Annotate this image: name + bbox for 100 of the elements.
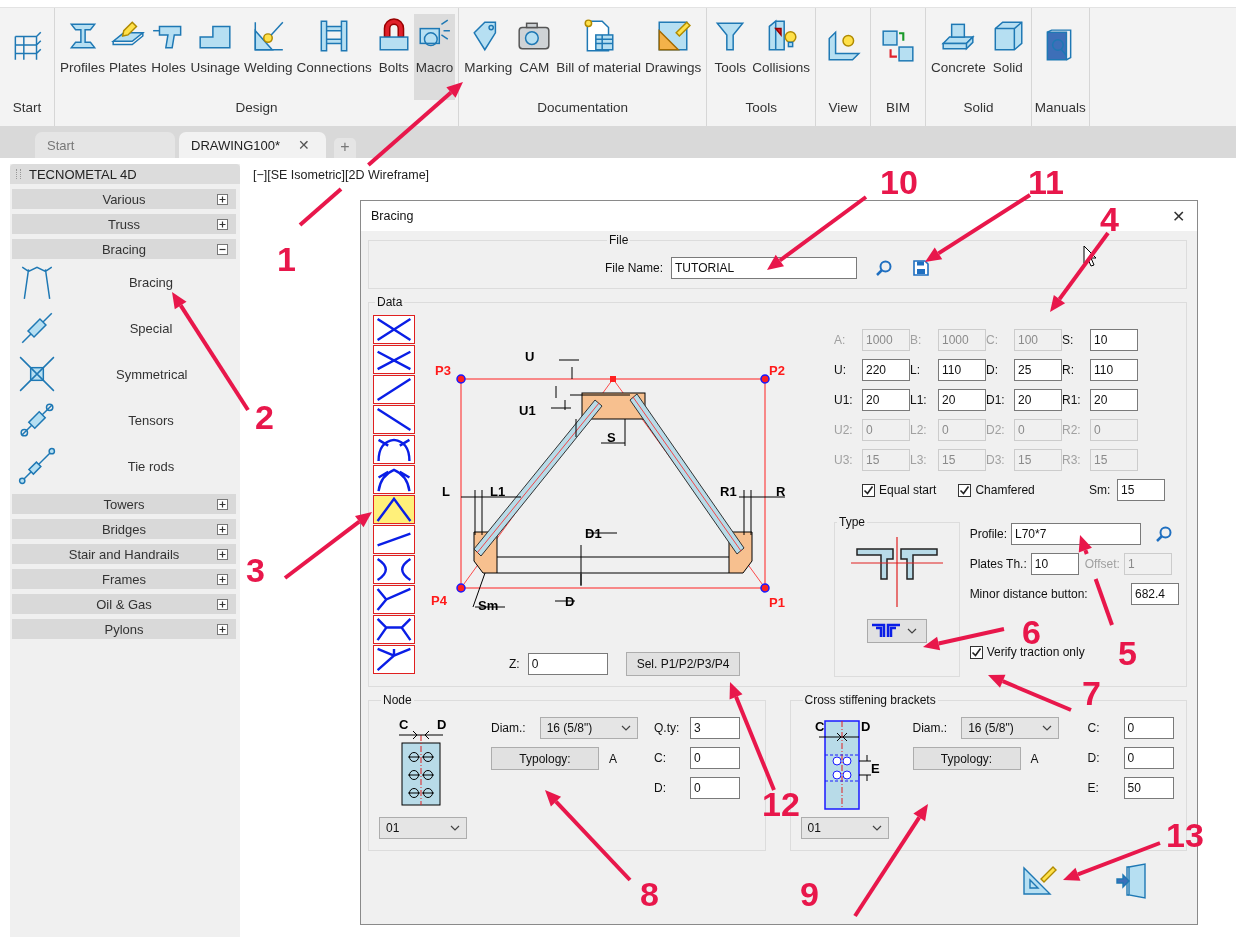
bracing-type-thumbnail[interactable]: [373, 465, 415, 494]
ribbon-button[interactable]: Collisions: [750, 14, 813, 100]
text-field[interactable]: 3: [690, 717, 740, 739]
typology-button[interactable]: Typology:: [491, 747, 599, 770]
bracing-type-thumbnail[interactable]: [373, 585, 415, 614]
document-tab[interactable]: Start: [35, 132, 175, 158]
ribbon-button[interactable]: Holes: [148, 14, 189, 100]
text-field[interactable]: 110: [1090, 359, 1138, 381]
text-field[interactable]: 20: [1014, 389, 1062, 411]
ribbon-button[interactable]: Tools: [710, 14, 751, 100]
text-field[interactable]: 220: [862, 359, 910, 381]
callout-number: 12: [762, 787, 800, 821]
sidebar-item[interactable]: Tie rods: [116, 458, 186, 474]
text-field[interactable]: 20: [862, 389, 910, 411]
text-field[interactable]: 10: [1090, 329, 1138, 351]
expand-icon[interactable]: [217, 549, 228, 560]
group-label: Manuals: [1034, 100, 1086, 117]
ribbon-button[interactable]: Marking: [462, 14, 515, 100]
bracing-type-thumbnail[interactable]: [373, 615, 415, 644]
expand-icon[interactable]: [217, 574, 228, 585]
ribbon-button[interactable]: Welding: [242, 14, 295, 100]
ribbon-button[interactable]: Plates: [107, 14, 149, 100]
expand-icon[interactable]: [217, 194, 228, 205]
ribbon-button[interactable]: Bolts: [373, 14, 414, 100]
search-icon[interactable]: [875, 258, 893, 277]
sidebar-item[interactable]: Tensors: [116, 412, 186, 428]
ribbon-button[interactable]: Profiles: [58, 14, 107, 100]
bracing-type-thumbnail[interactable]: [373, 525, 415, 554]
sidebar-item[interactable]: Bracing: [116, 274, 186, 290]
text-field[interactable]: 0: [527, 653, 608, 675]
dimension-label: U: [525, 349, 535, 364]
field-label: Diam.:: [912, 721, 948, 735]
ribbon-button[interactable]: Connections: [294, 14, 374, 100]
bracing-type-thumbnail[interactable]: [373, 405, 415, 434]
bracing-type-thumbnail[interactable]: [373, 435, 415, 464]
collapse-icon[interactable]: [217, 244, 228, 255]
section-header[interactable]: Oil & Gas: [12, 594, 236, 614]
text-field[interactable]: 20: [1090, 389, 1138, 411]
expand-icon[interactable]: [217, 499, 228, 510]
ribbon-button[interactable]: Macro: [413, 14, 456, 100]
dropdown[interactable]: [866, 619, 927, 643]
bracing-type-thumbnail[interactable]: [373, 315, 415, 344]
text-field[interactable]: TUTORIAL: [671, 256, 857, 279]
dimension-label: P3: [435, 363, 451, 378]
expand-icon[interactable]: [217, 624, 228, 635]
expand-icon[interactable]: [217, 524, 228, 535]
field-label: D3:: [986, 453, 1006, 467]
text-field[interactable]: 15: [1117, 479, 1165, 501]
section-header[interactable]: Frames: [12, 569, 236, 589]
checkbox[interactable]: [862, 483, 875, 497]
expand-icon[interactable]: [217, 219, 228, 230]
section-header[interactable]: Bracing: [12, 239, 236, 259]
text-field[interactable]: 0: [690, 747, 740, 769]
set-square-pencil-icon[interactable]: [1021, 863, 1059, 897]
bracing-type-thumbnail[interactable]: [373, 375, 415, 404]
sidebar-item[interactable]: Special: [116, 320, 186, 336]
select-points-button[interactable]: Sel. P1/P2/P3/P4: [625, 652, 741, 676]
text-field[interactable]: 682.4: [1131, 583, 1179, 605]
ribbon-button[interactable]: Concrete: [929, 14, 988, 100]
close-icon[interactable]: ✕: [298, 137, 311, 153]
section-header[interactable]: Stair and Handrails: [12, 544, 236, 564]
document-tab[interactable]: DRAWING100* ✕: [179, 132, 326, 158]
sidebar-item[interactable]: Symmetrical: [116, 366, 186, 382]
section-header[interactable]: Bridges: [12, 519, 236, 539]
text-field[interactable]: 0: [690, 777, 740, 799]
checkbox[interactable]: [969, 645, 983, 659]
bracing-type-thumbnail[interactable]: [373, 555, 415, 584]
bracing-type-thumbnail[interactable]: [373, 345, 415, 374]
ribbon-button[interactable]: CAM: [514, 14, 555, 100]
text-field[interactable]: 0: [1123, 747, 1174, 769]
section-header[interactable]: Pylons: [12, 619, 236, 639]
save-icon[interactable]: [913, 259, 929, 276]
expand-icon[interactable]: [217, 599, 228, 610]
dropdown[interactable]: 16 (5/8"): [539, 717, 638, 739]
section-header[interactable]: Various: [12, 189, 236, 209]
text-field[interactable]: 25: [1014, 359, 1062, 381]
text-field[interactable]: 110: [938, 359, 986, 381]
new-tab-button[interactable]: +: [334, 138, 356, 158]
dropdown[interactable]: 16 (5/8"): [961, 717, 1060, 739]
group-label: Documentation: [536, 100, 630, 117]
bracing-type-thumbnail[interactable]: [373, 495, 415, 524]
ribbon-button[interactable]: Usinage: [188, 14, 243, 100]
text-field[interactable]: 10: [1030, 553, 1079, 575]
ribbon-button[interactable]: Bill of material: [554, 14, 643, 100]
dropdown[interactable]: 01: [800, 817, 889, 839]
text-field[interactable]: 0: [1123, 717, 1174, 739]
section-header[interactable]: Towers: [12, 494, 236, 514]
field-label: Z:: [509, 657, 520, 671]
ribbon-button[interactable]: Solid: [987, 14, 1028, 100]
text-field[interactable]: 50: [1123, 777, 1174, 799]
close-icon[interactable]: ✕: [1172, 206, 1185, 226]
dropdown[interactable]: 01: [379, 817, 467, 839]
section-header[interactable]: Truss: [12, 214, 236, 234]
ribbon-button[interactable]: Drawings: [643, 14, 704, 100]
search-icon[interactable]: [1155, 525, 1173, 543]
text-field[interactable]: 20: [938, 389, 986, 411]
text-field[interactable]: L70*7: [1011, 523, 1141, 545]
bracing-type-thumbnail[interactable]: [373, 645, 415, 674]
typology-button[interactable]: Typology:: [912, 747, 1021, 770]
checkbox[interactable]: [958, 483, 972, 497]
